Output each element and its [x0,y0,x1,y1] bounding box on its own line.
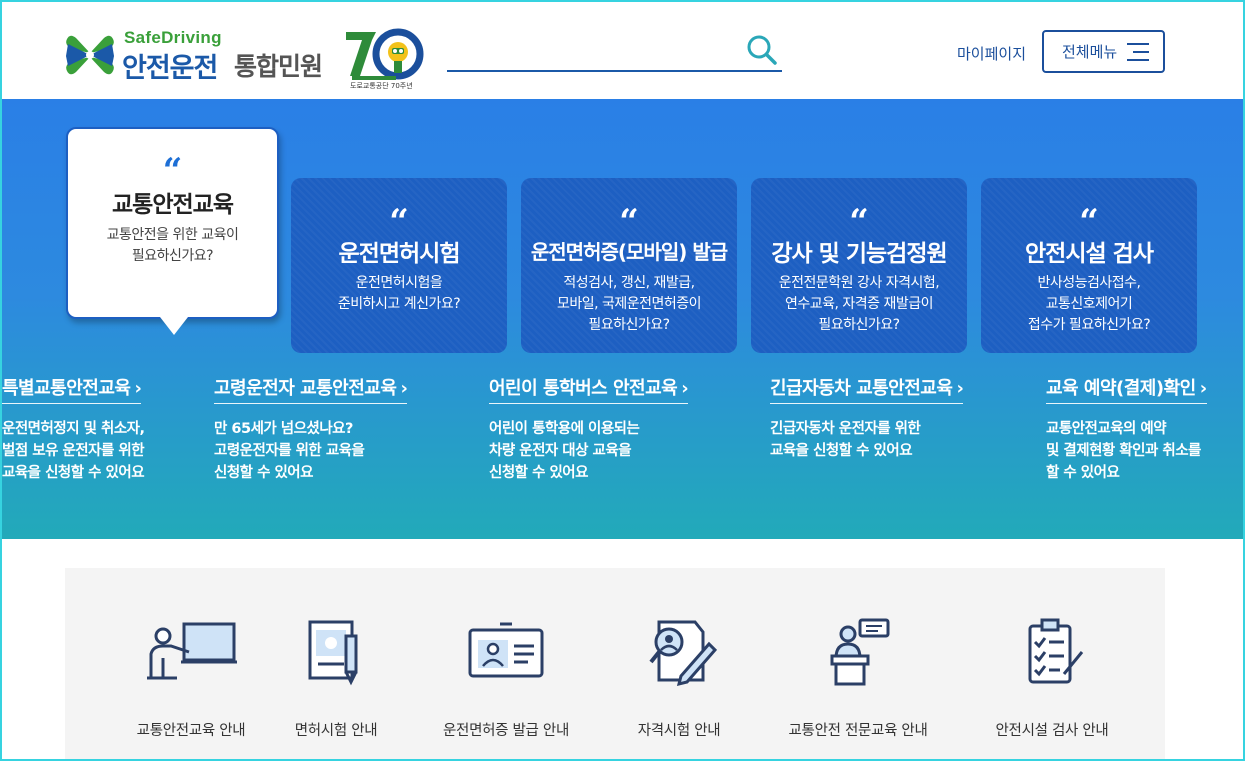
quick-item-label: 안전시설 검사 안내 [995,723,1109,739]
all-menu-button[interactable]: 전체메뉴 [1042,30,1165,73]
card-description: 적성검사, 갱신, 재발급, 모바일, 국제운전면허증이 필요하신가요? [556,275,702,333]
document-pencil-icon [308,620,358,686]
chevron-right-icon: › [681,378,689,399]
card-description: 반사성능검사접수, 교통신호제어기 접수가 필요하신가요? [1027,275,1151,333]
mypage-link[interactable]: 마이페이지 [957,43,1026,64]
card-title: 안전시설 검사 [1025,241,1154,267]
sublink-description: 운전면허정지 및 취소자, 벌점 보유 운전자를 위한 교육을 신청할 수 있어… [2,421,145,481]
hero-section: “ 교통안전교육 교통안전을 위한 교육이 필요하신가요? “ 운전면허시험 운… [0,99,1245,539]
sublink-title[interactable]: 고령운전자 교통안전교육 › [214,374,408,404]
speech-bubble-tail [160,317,188,335]
quick-menu: 교통안전교육 안내 면허시험 안내 운전면허증 발급 안내 자격시험 안내 교통… [65,568,1165,761]
lecturer-podium-icon [830,618,890,686]
sublink-title[interactable]: 긴급자동차 교통안전교육 › [770,374,964,404]
card-title: 운전면허증(모바일) 발급 [530,240,728,264]
id-card-icon [468,622,544,678]
quick-item-label: 자격시험 안내 [637,723,721,739]
quick-item-exam-guide[interactable]: 면허시험 안내 [246,618,426,758]
sublink-school-bus: 어린이 통학버스 안전교육 › 어린이 통학용에 이용되는 차량 운전자 대상 교… [489,374,689,484]
sublink-title[interactable]: 교육 예약(결제)확인 › [1046,374,1207,404]
sublink-description: 만 65세가 넘으셨나요? 고령운전자를 위한 교육을 신청할 수 있어요 [214,421,365,481]
card-description: 운전면허시험을 준비하시고 계신가요? [337,275,461,312]
sublink-title[interactable]: 어린이 통학버스 안전교육 › [489,374,689,404]
quick-item-label: 운전면허증 발급 안내 [443,723,569,739]
quick-item-facility-inspection-guide[interactable]: 안전시설 검사 안내 [962,618,1142,758]
sublink-description: 어린이 통학용에 이용되는 차량 운전자 대상 교육을 신청할 수 있어요 [489,421,640,481]
card-license-issuance[interactable]: “ 운전면허증(모바일) 발급 적성검사, 갱신, 재발급, 모바일, 국제운전… [521,178,737,353]
clover-logo-icon [66,35,114,75]
sublink-special-education: 특별교통안전교육 › 운전면허정지 및 취소자, 벌점 보유 운전자를 위한 교육… [2,374,145,484]
card-title: 강사 및 기능검정원 [771,241,947,267]
quick-item-label: 면허시험 안내 [294,723,378,739]
sublink-reservation-check: 교육 예약(결제)확인 › 교통안전교육의 예약 및 결제현황 확인과 취소를 할… [1046,374,1207,484]
card-description: 운전전문학원 강사 자격시험, 연수교육, 자격증 재발급이 필요하신가요? [778,275,940,333]
anniversary-caption: 도로교통공단 70주년 [350,82,413,90]
chevron-right-icon: › [1199,378,1207,399]
chevron-right-icon: › [956,378,964,399]
site-logo[interactable]: SafeDriving 안전운전 통합민원 도로교통공단 70주년 [64,28,444,92]
card-instructor-examiner[interactable]: “ 강사 및 기능검정원 운전전문학원 강사 자격시험, 연수교육, 자격증 재… [751,178,967,353]
logo-english-text: SafeDriving [124,28,222,47]
clipboard-checklist-icon [1028,618,1084,684]
logo-korean-text: 안전운전 [122,53,218,84]
chevron-right-icon: › [134,378,142,399]
search-bar [447,34,782,72]
search-input[interactable] [447,34,737,68]
magnifier-pencil-icon [649,620,718,687]
sublink-description: 교통안전교육의 예약 및 결제현황 확인과 취소를 할 수 있어요 [1046,421,1201,481]
chevron-right-icon: › [400,378,408,399]
card-safety-facility-inspection[interactable]: “ 안전시설 검사 반사성능검사접수, 교통신호제어기 접수가 필요하신가요? [981,178,1197,353]
card-traffic-safety-education[interactable]: “ 교통안전교육 교통안전을 위한 교육이 필요하신가요? [66,127,279,319]
quote-icon: “ [619,202,639,242]
card-description: 교통안전을 위한 교육이 필요하신가요? [106,227,239,264]
card-license-exam[interactable]: “ 운전면허시험 운전면허시험을 준비하시고 계신가요? [291,178,507,353]
card-title: 교통안전교육 [112,192,234,218]
quick-item-professional-education-guide[interactable]: 교통안전 전문교육 안내 [768,618,948,758]
hamburger-icon [1127,43,1149,61]
quick-item-qualification-exam-guide[interactable]: 자격시험 안내 [589,618,769,758]
card-title: 운전면허시험 [338,241,461,267]
site-header: SafeDriving 안전운전 통합민원 도로교통공단 70주년 마이페이지 … [0,0,1245,99]
quote-icon: “ [162,151,183,191]
sublink-emergency-vehicle: 긴급자동차 교통안전교육 › 긴급자동차 운전자를 위한 교육을 신청할 수 있어… [770,374,964,462]
search-icon[interactable] [746,34,778,66]
quick-item-label: 교통안전 전문교육 안내 [788,723,928,739]
logo-service-text: 통합민원 [234,52,323,81]
all-menu-label: 전체메뉴 [1062,43,1118,61]
presentation-board-icon [147,622,237,680]
sublink-description: 긴급자동차 운전자를 위한 교육을 신청할 수 있어요 [770,421,921,459]
sublink-senior-driver: 고령운전자 교통안전교육 › 만 65세가 넘으셨나요? 고령운전자를 위한 교육… [214,374,408,484]
sublink-title[interactable]: 특별교통안전교육 › [2,374,142,404]
quick-item-license-issuance-guide[interactable]: 운전면허증 발급 안내 [416,618,596,758]
